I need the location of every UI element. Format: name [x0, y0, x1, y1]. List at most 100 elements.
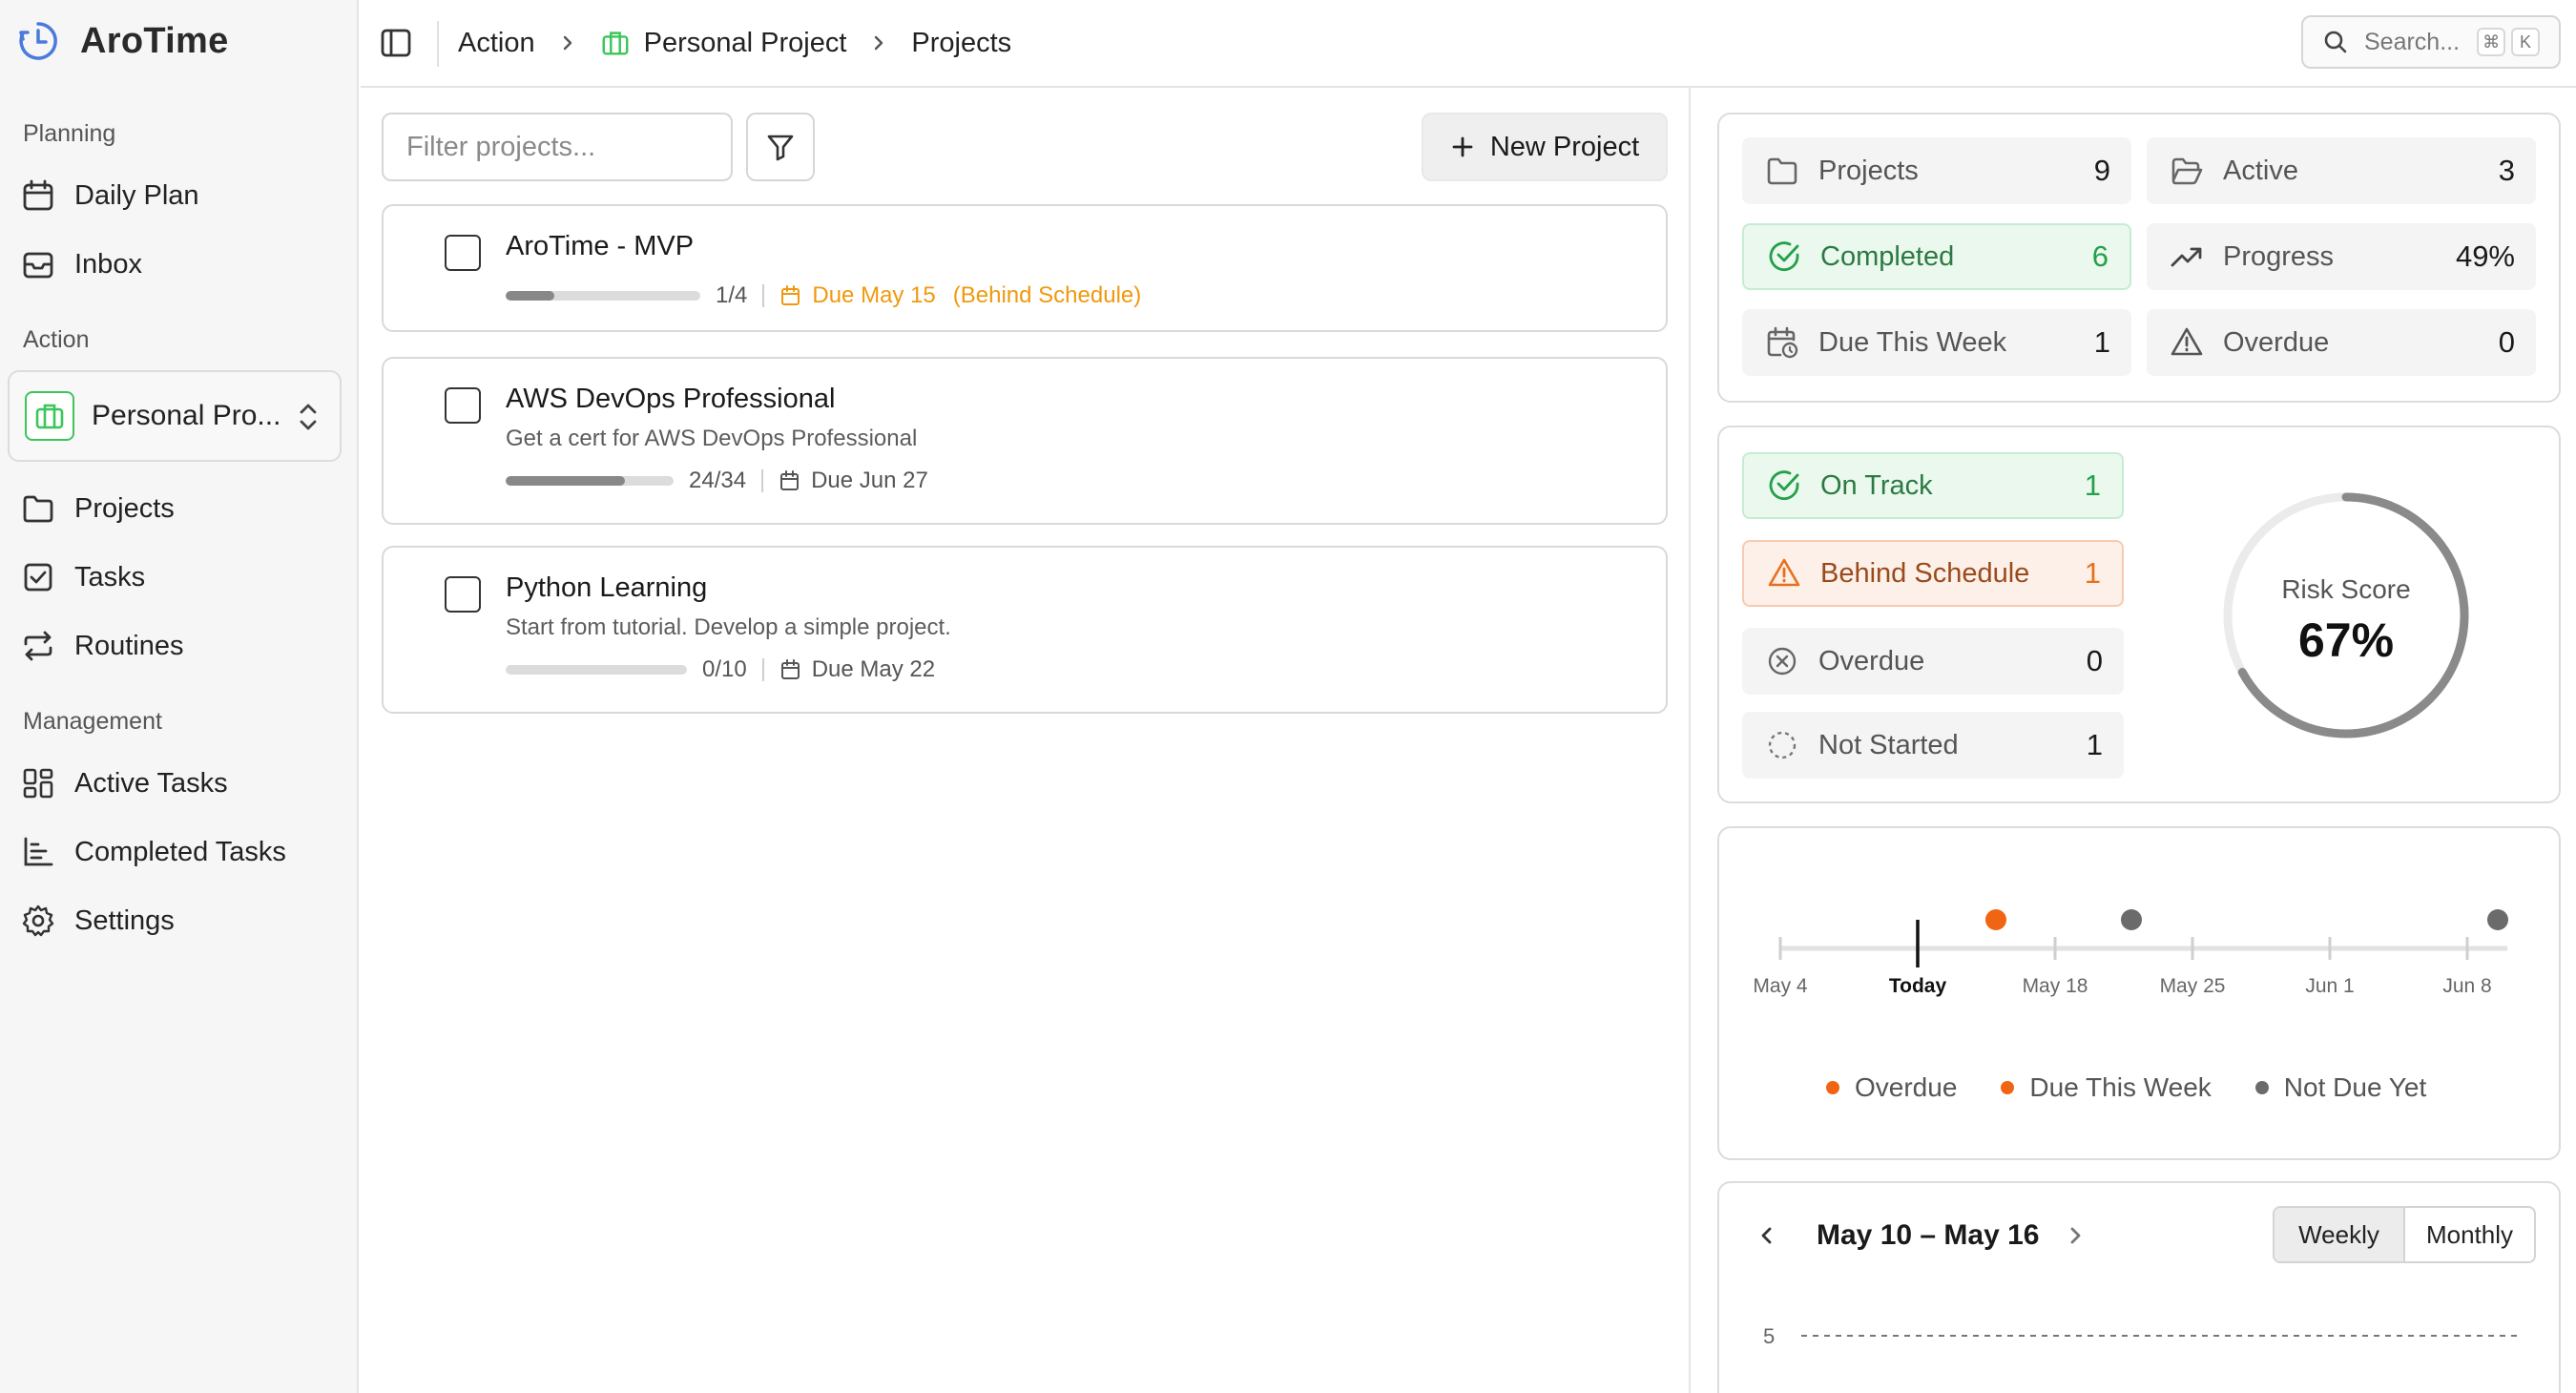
breadcrumb-projects[interactable]: Projects	[911, 28, 1011, 59]
filter-projects-input[interactable]	[382, 113, 733, 181]
sidebar-item-daily-plan[interactable]: Daily Plan	[19, 168, 340, 223]
breadcrumb-action[interactable]: Action	[458, 28, 535, 59]
health-label: Behind Schedule	[1820, 557, 2030, 589]
sidebar-item-tasks[interactable]: Tasks	[19, 550, 340, 605]
project-meta: 0/10 Due May 22	[506, 656, 935, 683]
search-input[interactable]: Search... ⌘ K	[2301, 15, 2561, 69]
timeline-point-not-due-yet[interactable]	[2487, 909, 2508, 930]
project-checkbox[interactable]	[445, 576, 481, 613]
section-planning: Planning	[23, 120, 116, 147]
summary-stats-panel: Projects 9 Active 3 Completed 6 Progress…	[1717, 113, 2561, 403]
weekly-chart: 5	[1763, 1324, 2521, 1348]
section-management: Management	[23, 708, 162, 735]
sidebar-toggle-icon[interactable]	[378, 25, 414, 61]
view-monthly-button[interactable]: Monthly	[2405, 1208, 2534, 1261]
grid-icon	[21, 766, 55, 800]
calendar-clock-icon	[779, 658, 802, 681]
project-title: AWS DevOps Professional	[506, 384, 836, 414]
progress-bar	[506, 665, 687, 675]
project-card[interactable]: Python Learning Start from tutorial. Dev…	[382, 546, 1668, 714]
list-chart-icon	[21, 835, 55, 869]
project-checkbox[interactable]	[445, 387, 481, 424]
view-weekly-button[interactable]: Weekly	[2275, 1208, 2405, 1261]
project-description: Get a cert for AWS DevOps Professional	[506, 426, 918, 451]
projects-list-pane: New Project AroTime - MVP 1/4 Due May 15…	[361, 88, 1691, 1393]
due-date: Due Jun 27	[779, 468, 928, 494]
risk-score-label: Risk Score	[2281, 574, 2411, 604]
folder-icon	[1765, 154, 1799, 188]
progress-text: 1/4	[716, 282, 748, 308]
stat-completed: Completed 6	[1742, 223, 2131, 290]
chevron-right-icon[interactable]	[2066, 1224, 2085, 1247]
calendar-clock-icon	[779, 284, 802, 307]
trending-up-icon	[2170, 239, 2204, 274]
filter-icon	[765, 132, 796, 162]
dashed-circle-icon	[1765, 728, 1799, 762]
week-range: May 10 – May 16	[1817, 1219, 2040, 1251]
breadcrumb-label: Personal Project	[643, 27, 847, 58]
week-navigator: May 10 – May 16	[1757, 1210, 2085, 1261]
health-label: Not Started	[1818, 729, 1959, 760]
brand[interactable]: AroTime	[17, 17, 229, 65]
check-circle-icon	[1767, 239, 1801, 274]
progress-bar	[506, 476, 674, 486]
health-value: 1	[2086, 728, 2103, 761]
stat-label: Progress	[2223, 240, 2335, 272]
stat-value: 49%	[2455, 239, 2515, 273]
sidebar-item-active-tasks[interactable]: Active Tasks	[19, 756, 340, 811]
project-card[interactable]: AWS DevOps Professional Get a cert for A…	[382, 357, 1668, 525]
project-selector[interactable]: Personal Pro...	[8, 370, 342, 462]
breadcrumb-personal-project[interactable]: Personal Project	[600, 27, 847, 59]
stat-label: Overdue	[2223, 326, 2330, 358]
sidebar: AroTime Planning Daily Plan Inbox Action…	[0, 0, 359, 1393]
stat-value: 1	[2093, 325, 2110, 359]
section-action: Action	[23, 326, 90, 353]
sidebar-item-label: Projects	[74, 492, 175, 524]
chevron-up-down-icon	[296, 399, 321, 435]
filter-button[interactable]	[746, 113, 815, 181]
calendar-icon	[21, 178, 55, 213]
briefcase-icon	[25, 391, 74, 441]
timeline-point-not-due-yet[interactable]	[2121, 909, 2142, 930]
plus-icon	[1450, 135, 1475, 159]
health-label: Overdue	[1818, 645, 1925, 676]
health-value: 0	[2086, 644, 2103, 677]
view-toggle: Weekly Monthly	[2273, 1206, 2536, 1263]
search-placeholder: Search...	[2364, 28, 2461, 55]
progress-text: 24/34	[689, 468, 747, 493]
project-checkbox[interactable]	[445, 235, 481, 271]
project-meta: 1/4 Due May 15 (Behind Schedule)	[506, 282, 1141, 309]
stat-value: 6	[2091, 239, 2109, 273]
folder-icon	[21, 491, 55, 526]
timeline-point-due-this-week[interactable]	[1985, 909, 2006, 930]
legend-item-due-this-week: Due This Week	[2001, 1072, 2212, 1103]
legend-item-not-due-yet: Not Due Yet	[2254, 1072, 2426, 1103]
legend-item-overdue: Overdue	[1826, 1072, 1957, 1103]
health-overdue: Overdue 0	[1742, 628, 2124, 695]
sidebar-item-label: Completed Tasks	[74, 836, 286, 867]
checkbox-icon	[21, 560, 55, 594]
timeline-tick-label: Jun 8	[2442, 975, 2491, 997]
sidebar-item-projects[interactable]: Projects	[19, 481, 340, 536]
app-name: AroTime	[80, 20, 229, 61]
sidebar-item-inbox[interactable]: Inbox	[19, 237, 340, 292]
stat-label: Completed	[1820, 240, 1955, 272]
status-text: (Behind Schedule)	[952, 282, 1142, 308]
sidebar-item-settings[interactable]: Settings	[19, 893, 340, 948]
sidebar-item-routines[interactable]: Routines	[19, 618, 340, 674]
project-card[interactable]: AroTime - MVP 1/4 Due May 15 (Behind Sch…	[382, 204, 1668, 332]
clock-logo-icon	[17, 20, 59, 62]
health-value: 1	[2084, 556, 2101, 590]
stat-label: Projects	[1818, 155, 1919, 186]
sidebar-item-label: Routines	[74, 630, 184, 661]
project-description: Start from tutorial. Develop a simple pr…	[506, 614, 951, 640]
due-text: Due Jun 27	[811, 468, 928, 493]
gear-icon	[21, 904, 55, 938]
timeline-tick-label: May 18	[2023, 975, 2088, 997]
new-project-button[interactable]: New Project	[1422, 113, 1668, 181]
progress-text: 0/10	[702, 656, 747, 682]
sidebar-item-completed-tasks[interactable]: Completed Tasks	[19, 824, 340, 880]
chevron-left-icon[interactable]	[1757, 1224, 1776, 1247]
project-selector-value: Personal Pro...	[92, 400, 281, 431]
project-title: Python Learning	[506, 572, 708, 603]
